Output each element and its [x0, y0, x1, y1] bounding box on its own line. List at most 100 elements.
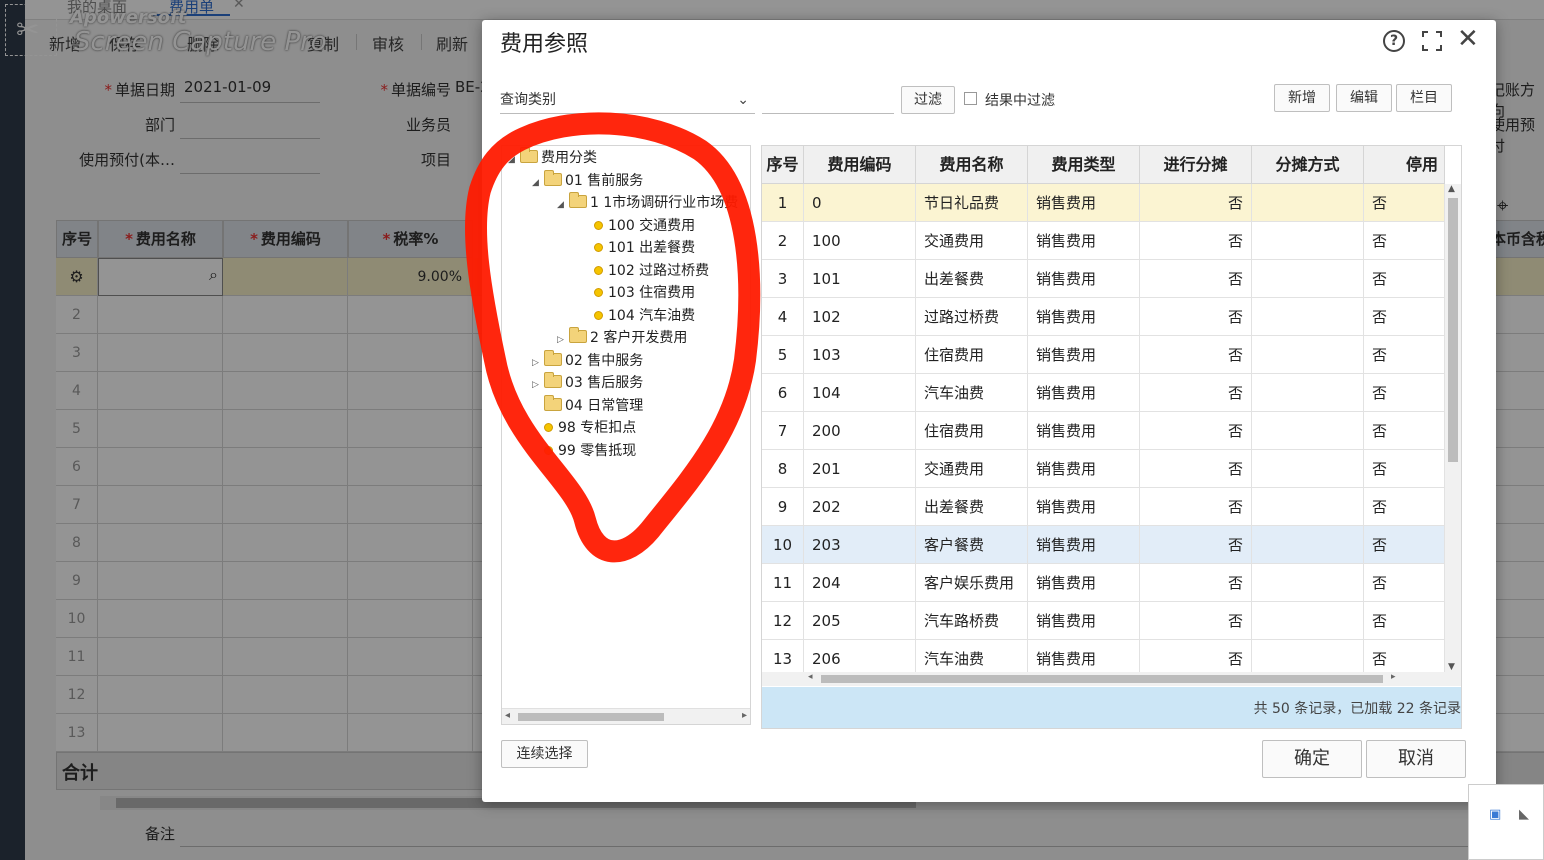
column-header[interactable]: 费用编码: [804, 146, 916, 184]
scroll-right-icon[interactable]: ▸: [742, 710, 747, 721]
table-row[interactable]: 6 104 汽车油费 销售费用否否: [762, 374, 1445, 412]
columns-button[interactable]: 栏目: [1396, 84, 1452, 112]
table-row[interactable]: 4 102 过路过桥费 销售费用否否: [762, 298, 1445, 336]
close-icon[interactable]: ✕: [1457, 24, 1479, 54]
tree-node[interactable]: 04 日常管理: [532, 394, 644, 417]
filter-button[interactable]: 过滤: [901, 86, 955, 114]
ok-button[interactable]: 确定: [1262, 740, 1362, 778]
category-tree: ◢ 费用分类 ◢ 01 售前服务 ◢ 1 1市场调研行业市场费 100 交通费用 101 出差…: [501, 145, 751, 725]
tree-node[interactable]: ◢ 01 售前服务: [532, 169, 643, 194]
table-row[interactable]: 8 201 交通费用 销售费用否否: [762, 450, 1445, 488]
scrollbar-thumb[interactable]: [518, 713, 664, 721]
tree-node[interactable]: ▷ 2 客户开发费用: [557, 327, 687, 349]
table-horizontal-scrollbar[interactable]: ◂ ▸: [762, 672, 1461, 686]
tree-toggle-icon[interactable]: ▷: [532, 374, 544, 396]
table-row[interactable]: 1 0 节日礼品费 销售费用否否: [762, 184, 1445, 222]
table-cell: 销售费用: [1028, 222, 1140, 260]
table-row[interactable]: 9 202 出差餐费 销售费用否否: [762, 488, 1445, 526]
tree-toggle-icon[interactable]: ◢: [557, 194, 569, 216]
tree-node[interactable]: 103 住宿费用: [582, 282, 695, 304]
picture-icon[interactable]: ▣: [1489, 807, 1501, 822]
table-cell: 否: [1364, 602, 1445, 640]
table-cell: 否: [1364, 526, 1445, 564]
continuous-select-button[interactable]: 连续选择: [501, 740, 588, 768]
leaf-icon: [594, 288, 603, 297]
table-cell: 104: [804, 374, 916, 412]
maximize-icon[interactable]: [1422, 31, 1442, 51]
add-button[interactable]: 新增: [1274, 84, 1330, 112]
dialog-title: 费用参照: [500, 32, 589, 57]
tree-node[interactable]: ◢ 1 1市场调研行业市场费: [557, 192, 738, 214]
table-cell: 否: [1364, 564, 1445, 602]
scroll-left-icon[interactable]: ◂: [808, 672, 813, 682]
query-category-select[interactable]: 查询类别 ⌄: [500, 86, 755, 114]
filter-in-result-label: 结果中过滤: [985, 93, 1055, 109]
column-header[interactable]: 进行分摊: [1140, 146, 1252, 184]
folder-icon: [569, 192, 587, 208]
scroll-right-icon[interactable]: ▸: [1391, 672, 1396, 682]
tree-node[interactable]: ▷ 02 售中服务: [532, 349, 643, 374]
pin-icon[interactable]: ◣: [1519, 807, 1529, 822]
table-cell: 否: [1364, 336, 1445, 374]
table-cell: [1252, 222, 1364, 260]
table-cell: 否: [1140, 602, 1252, 640]
table-vertical-scrollbar[interactable]: ▲ ▼: [1445, 184, 1461, 672]
tree-toggle-icon[interactable]: ▷: [532, 352, 544, 374]
tree-node[interactable]: ▷ 03 售后服务: [532, 372, 643, 394]
column-header[interactable]: 费用名称: [916, 146, 1028, 184]
table-cell: 否: [1140, 260, 1252, 298]
tree-node[interactable]: 101 出差餐费: [582, 237, 695, 259]
table-cell: 否: [1140, 184, 1252, 222]
table-row[interactable]: 11 204 客户娱乐费用 销售费用否否: [762, 564, 1445, 602]
tree-node[interactable]: 102 过路过桥费: [582, 260, 709, 282]
scrollbar-thumb[interactable]: [821, 675, 1383, 683]
help-icon[interactable]: ?: [1383, 30, 1405, 52]
table-cell: 6: [762, 374, 804, 412]
table-row[interactable]: 10 203 客户餐费 销售费用否否: [762, 526, 1445, 564]
table-cell: 客户娱乐费用: [916, 564, 1028, 602]
table-row[interactable]: 7 200 住宿费用 销售费用否否: [762, 412, 1445, 450]
leaf-icon: [594, 243, 603, 252]
table-row[interactable]: 12 205 汽车路桥费 销售费用否否: [762, 602, 1445, 640]
table-cell: 9: [762, 488, 804, 526]
scroll-down-icon[interactable]: ▼: [1448, 662, 1455, 672]
table-row[interactable]: 3 101 出差餐费 销售费用否否: [762, 260, 1445, 298]
leaf-icon: [544, 423, 553, 432]
table-cell: 节日礼品费: [916, 184, 1028, 222]
tree-node[interactable]: 104 汽车油费: [582, 305, 695, 327]
column-header[interactable]: 停用: [1364, 146, 1445, 184]
column-header[interactable]: 费用类型: [1028, 146, 1140, 184]
tree-node-label: 04 日常管理: [565, 397, 644, 414]
table-row[interactable]: 2 100 交通费用 销售费用否否: [762, 222, 1445, 260]
scrollbar-thumb[interactable]: [1448, 198, 1458, 462]
table-cell: 否: [1364, 488, 1445, 526]
table-cell: 交通费用: [916, 450, 1028, 488]
cancel-button[interactable]: 取消: [1366, 740, 1466, 778]
column-header[interactable]: 分摊方式: [1252, 146, 1364, 184]
table-cell: 否: [1364, 412, 1445, 450]
table-row[interactable]: 5 103 住宿费用 销售费用否否: [762, 336, 1445, 374]
table-cell: 销售费用: [1028, 412, 1140, 450]
tree-node[interactable]: 98 专柜扣点: [532, 417, 636, 439]
column-header[interactable]: 序号: [762, 146, 804, 184]
table-cell: 202: [804, 488, 916, 526]
tree-node[interactable]: 100 交通费用: [582, 215, 695, 237]
table-cell: 否: [1364, 184, 1445, 222]
table-cell: 8: [762, 450, 804, 488]
table-cell: 销售费用: [1028, 298, 1140, 336]
scroll-left-icon[interactable]: ◂: [505, 710, 510, 721]
scroll-up-icon[interactable]: ▲: [1448, 184, 1455, 194]
table-cell: 2: [762, 222, 804, 260]
tree-node-label: 101 出差餐费: [608, 240, 696, 256]
tree-toggle-icon[interactable]: ▷: [557, 329, 569, 351]
table-cell: 销售费用: [1028, 564, 1140, 602]
tree-node[interactable]: ◢ 费用分类: [508, 147, 597, 169]
filter-in-result-checkbox[interactable]: [964, 92, 977, 105]
tree-toggle-icon[interactable]: ◢: [508, 149, 520, 171]
tree-horizontal-scrollbar[interactable]: ◂ ▸: [502, 708, 750, 724]
tree-node[interactable]: 99 零售抵现: [532, 440, 636, 462]
tree-toggle-icon[interactable]: ◢: [532, 172, 544, 194]
query-input[interactable]: [762, 86, 894, 114]
table-cell: 销售费用: [1028, 526, 1140, 564]
edit-button[interactable]: 编辑: [1336, 84, 1392, 112]
